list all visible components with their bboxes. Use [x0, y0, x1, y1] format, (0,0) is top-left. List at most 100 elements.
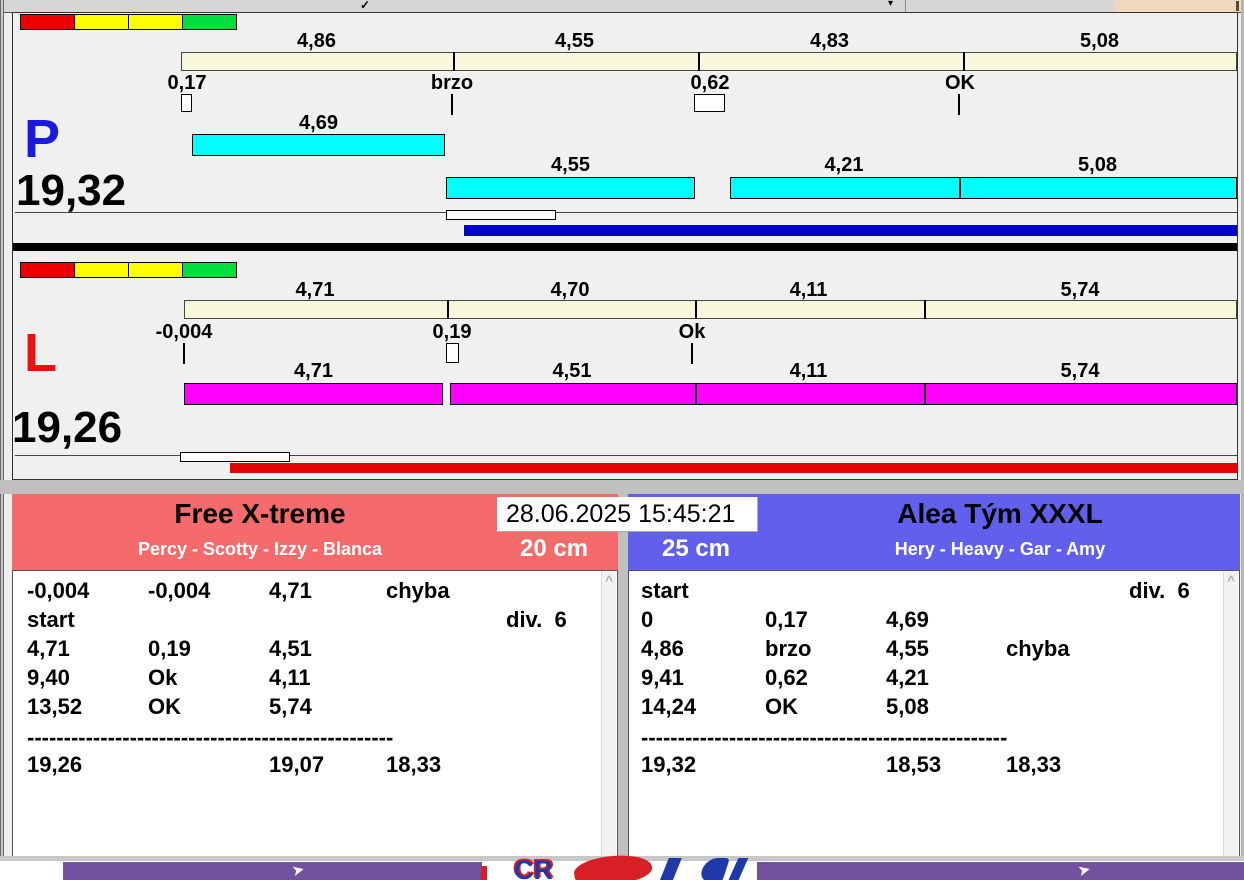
run-bar-label: 5,74: [1060, 360, 1100, 382]
results-table[interactable]: start div. 6 0 0,17 4,69 4,86 brzo 4,55 …: [628, 570, 1240, 858]
traffic-light-red: [20, 262, 75, 278]
toolbar-button[interactable]: [0, 0, 131, 12]
background-window-tick: [1236, 1, 1239, 11]
team-name: Alea Tým XXXL: [897, 498, 1103, 529]
scrollbar[interactable]: ^: [601, 572, 616, 856]
table-row: -0,004 -0,004 4,71 chyba: [27, 578, 450, 603]
barrier-height: 20 cm: [519, 535, 589, 562]
toolbar-button[interactable]: [620, 0, 730, 12]
traffic-light-green: [182, 14, 237, 30]
reference-scale-bar: [184, 300, 1237, 319]
traffic-light-yellow: [128, 14, 183, 30]
run-bar-label: 4,51: [552, 360, 592, 382]
mark-label: 0,17: [167, 72, 207, 94]
toolbar-button[interactable]: [130, 0, 216, 12]
scale-label: 4,55: [555, 30, 594, 52]
mark-box: [446, 343, 459, 363]
progress-bar-red: [230, 463, 1238, 473]
run-bar: [446, 177, 695, 199]
mark-box: [694, 94, 725, 112]
lane-separator: [13, 243, 1237, 251]
lane-letter: L: [24, 323, 57, 383]
team-name: Free X-treme: [174, 498, 346, 529]
scroll-up-icon[interactable]: ^: [605, 573, 613, 588]
table-row: 4,71 0,19 4,51: [27, 636, 312, 661]
table-row: 4,86 brzo 4,55 chyba: [641, 636, 1070, 661]
logo-red-strip: [481, 866, 487, 880]
section-divider: [0, 480, 1244, 494]
results-table[interactable]: -0,004 -0,004 4,71 chyba start div. 6 4,…: [12, 570, 618, 858]
traffic-light-yellow: [74, 262, 129, 278]
barrier-height: 25 cm: [661, 535, 731, 562]
check-icon: ✓: [360, 0, 371, 12]
mark-label: brzo: [430, 72, 474, 94]
run-bar-label: 4,11: [789, 360, 828, 382]
scale-label: 4,71: [295, 279, 335, 301]
run-bar-label: 4,21: [824, 154, 864, 176]
team-panel-gap: [618, 494, 628, 858]
baseline: [15, 212, 1237, 213]
table-total-row: 19,26 19,07 18,33: [27, 752, 442, 777]
table-divider: ----------------------------------------…: [27, 725, 394, 750]
table-total-row: 19,32 18,53 18,33: [641, 752, 1062, 777]
table-row: 13,52 OK 5,74: [27, 694, 312, 719]
banner-purple-left: [63, 862, 482, 880]
progress-bar-blue: [464, 225, 1237, 236]
table-row: start div. 6: [641, 578, 1190, 603]
mark-label: Ok: [678, 321, 706, 343]
logo-cr-text: CR: [514, 855, 553, 880]
run-bar-label: 4,71: [294, 360, 333, 382]
table-divider: ----------------------------------------…: [641, 725, 1008, 750]
mark-tick: [451, 94, 453, 115]
banner-purple-right: [757, 862, 1244, 880]
team-members: Hery - Heavy - Gar - Amy: [894, 539, 1106, 559]
run-bar: [450, 383, 1237, 405]
scale-label: 4,70: [550, 279, 590, 301]
lane-total-time: 19,26: [12, 403, 123, 452]
run-bar: [730, 177, 1237, 199]
progress-marker: [446, 210, 556, 220]
scale-label: 4,83: [810, 30, 849, 52]
logo-blue-shape: [698, 858, 730, 880]
run-bar-label: 5,08: [1078, 154, 1117, 176]
run-bar-label: 4,69: [299, 112, 338, 134]
mark-label: 0,62: [690, 72, 730, 94]
logo-blue-shape: [659, 858, 682, 880]
scale-label: 4,11: [789, 279, 828, 301]
mark-tick: [958, 94, 960, 115]
timing-app-window: ✓ ▾ 4,86 4,55 4,83 5,08 0,17 brzo 0,62 O…: [0, 0, 1244, 880]
toolbar-button[interactable]: [729, 0, 819, 12]
run-bar-label: 4,55: [551, 154, 590, 176]
table-row: 14,24 OK 5,08: [641, 694, 929, 719]
footer-banner: ➤ ➤ CR: [0, 851, 1244, 880]
mark-label: OK: [945, 72, 975, 94]
traffic-light-yellow: [128, 262, 183, 278]
run-bar: [184, 383, 443, 405]
window-left-border: [3, 0, 4, 880]
traffic-light-red: [20, 14, 75, 30]
mark-label: 0,19: [432, 321, 472, 343]
scrollbar[interactable]: ^: [1223, 572, 1238, 856]
progress-marker: [180, 452, 290, 462]
table-row: start div. 6: [27, 607, 567, 632]
run-bar: [192, 134, 445, 156]
background-window-strip: [1114, 0, 1244, 12]
mark-label: -0,004: [155, 321, 213, 343]
toolbar-button[interactable]: [514, 0, 621, 12]
table-row: 0 0,17 4,69: [641, 607, 929, 632]
chevron-down-icon[interactable]: ▾: [888, 0, 893, 9]
scale-label: 5,08: [1080, 30, 1119, 52]
scale-label: 5,74: [1060, 279, 1100, 301]
clock-display: 28.06.2025 15:45:21: [497, 497, 758, 532]
lane-letter: P: [24, 109, 61, 169]
lane-total-time: 19,32: [16, 166, 127, 215]
reference-scale-bar: [181, 52, 1237, 71]
traffic-light-yellow: [74, 14, 129, 30]
traffic-light-green: [182, 262, 237, 278]
scale-label: 4,86: [297, 30, 336, 52]
team-members: Percy - Scotty - Izzy - Blanca: [137, 539, 383, 559]
mark-box: [181, 94, 192, 112]
table-row: 9,40 Ok 4,11: [27, 665, 311, 690]
scroll-up-icon[interactable]: ^: [1227, 573, 1235, 588]
logo-blue-shape: [727, 858, 749, 880]
